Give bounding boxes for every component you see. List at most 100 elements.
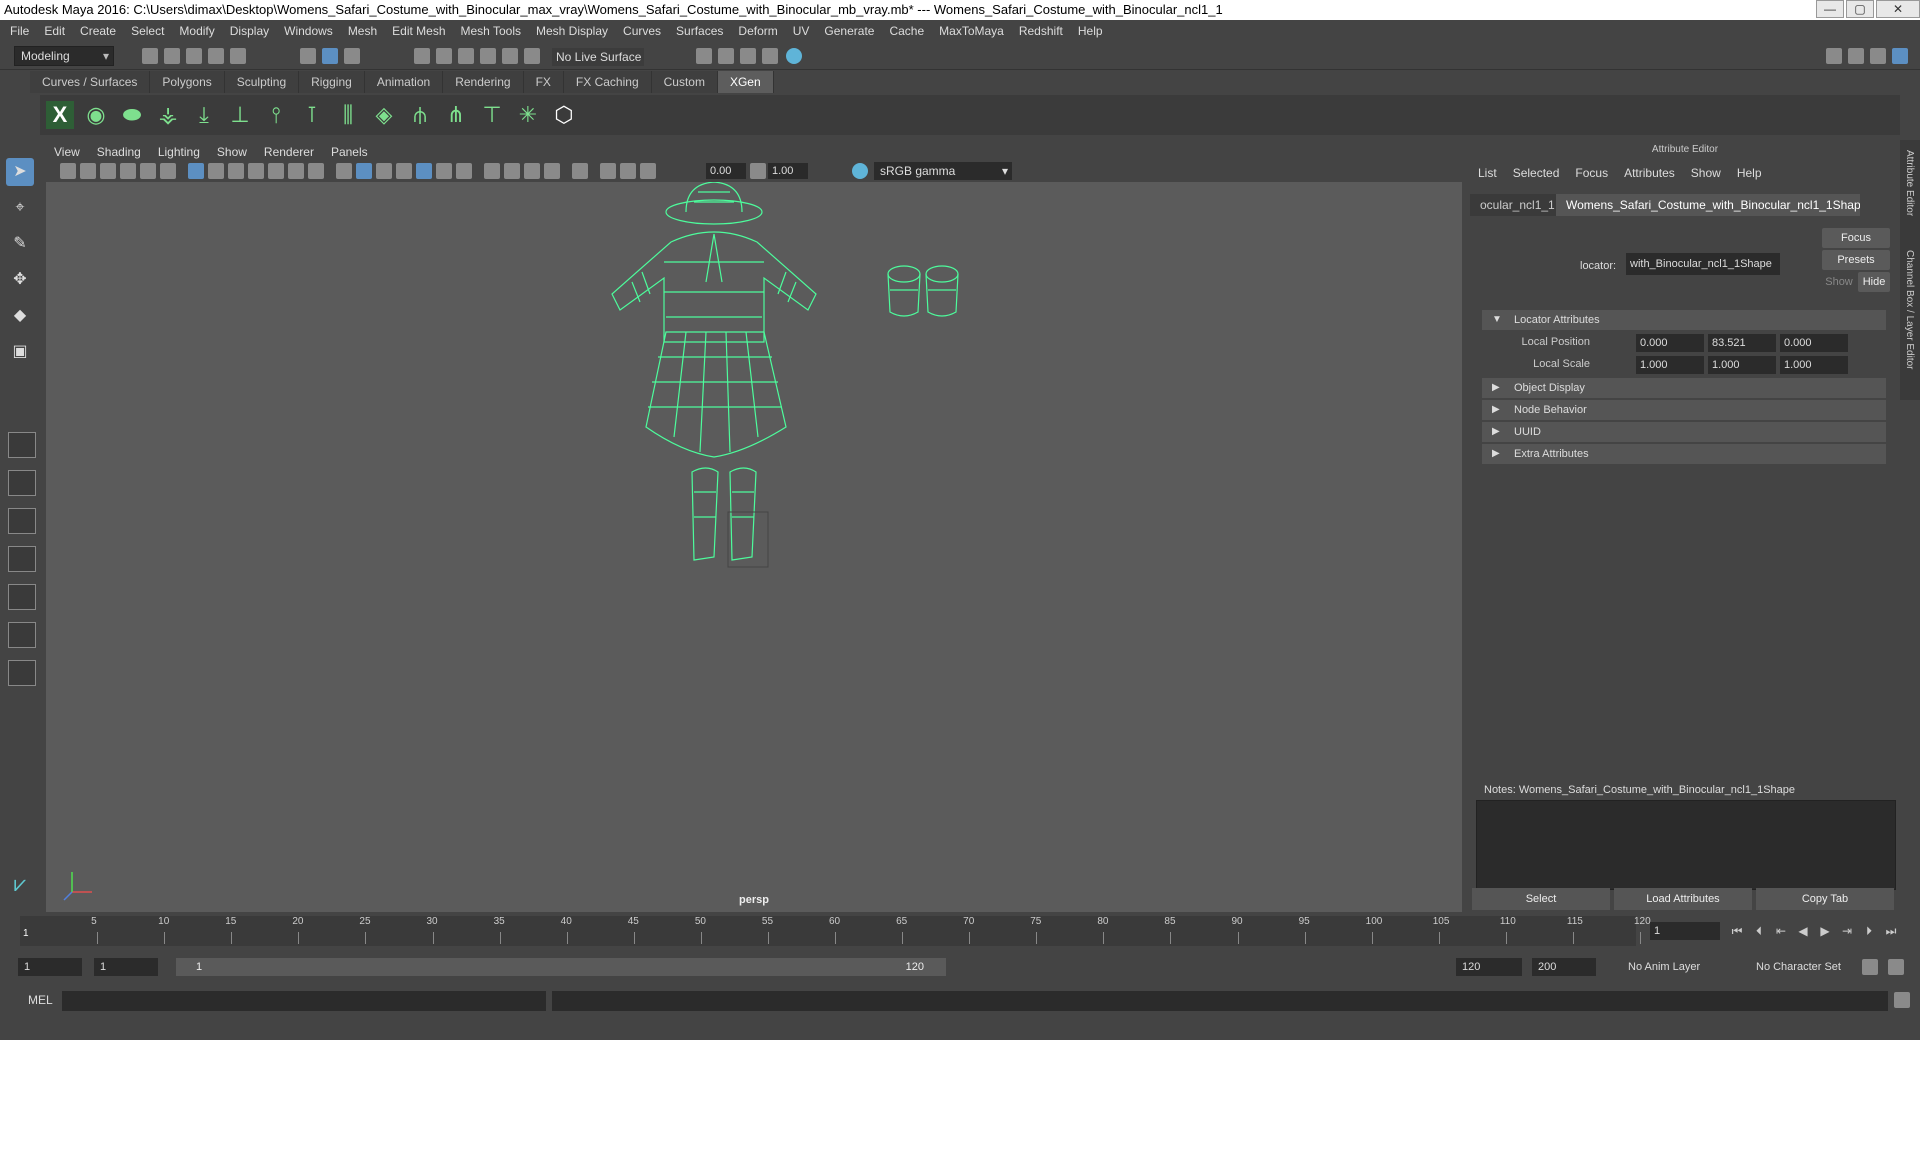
xgen-grass-icon[interactable]: ⋔ — [442, 101, 470, 129]
select-button[interactable]: Select — [1472, 888, 1610, 910]
animation-preferences-icon[interactable] — [1888, 959, 1904, 975]
menu-redshift[interactable]: Redshift — [1019, 24, 1063, 38]
ae-menu-attributes[interactable]: Attributes — [1624, 166, 1675, 180]
menu-help[interactable]: Help — [1078, 24, 1103, 38]
scale-tool-icon[interactable]: ▣ — [6, 338, 34, 366]
render-view-icon[interactable] — [696, 48, 712, 64]
go-to-start-icon[interactable]: ⏮ — [1728, 922, 1746, 940]
menu-create[interactable]: Create — [80, 24, 116, 38]
snap-grid-icon[interactable] — [414, 48, 430, 64]
grid-icon[interactable] — [188, 163, 204, 179]
xgen-bend-guide-icon[interactable]: ⫯ — [262, 101, 290, 129]
save-scene-icon[interactable] — [186, 48, 202, 64]
load-attributes-button[interactable]: Load Attributes — [1614, 888, 1752, 910]
side-by-side-layout-icon[interactable] — [8, 508, 36, 534]
maximize-button[interactable]: ▢ — [1846, 0, 1874, 18]
shelf-tab-rigging[interactable]: Rigging — [299, 71, 365, 93]
playback-end-field[interactable]: 120 — [1456, 958, 1522, 976]
menu-mesh-tools[interactable]: Mesh Tools — [461, 24, 521, 38]
ae-tab-transform[interactable]: ocular_ncl1_1 — [1470, 194, 1556, 216]
ae-menu-focus[interactable]: Focus — [1575, 166, 1608, 180]
render-settings-icon[interactable] — [762, 48, 778, 64]
xgen-collection-icon[interactable]: ⬬ — [118, 101, 146, 129]
anim-layer-dropdown[interactable]: No Anim Layer — [1622, 958, 1742, 976]
step-back-frame-icon[interactable]: ⏴ — [1750, 922, 1768, 940]
minimize-button[interactable]: — — [1816, 0, 1844, 18]
play-backwards-icon[interactable]: ◀ — [1794, 922, 1812, 940]
xgen-spray-icon[interactable]: ✳ — [514, 101, 542, 129]
xgen-sculpt-guide-icon[interactable]: ⤓ — [190, 101, 218, 129]
shelf-tab-curves-surfaces[interactable]: Curves / Surfaces — [30, 71, 151, 93]
2d-pan-zoom-icon[interactable] — [140, 163, 156, 179]
xgen-lock-guide-icon[interactable]: ⊺ — [298, 101, 326, 129]
menu-modify[interactable]: Modify — [179, 24, 214, 38]
ambient-occlusion-icon[interactable] — [484, 163, 500, 179]
ae-menu-help[interactable]: Help — [1737, 166, 1762, 180]
gamma-field[interactable]: 1.00 — [768, 163, 808, 179]
menu-display[interactable]: Display — [230, 24, 269, 38]
section-node-behavior[interactable]: ▶ Node Behavior — [1482, 400, 1886, 420]
camera-select-icon[interactable] — [60, 163, 76, 179]
color-space-dropdown[interactable]: sRGB gamma — [874, 162, 1012, 180]
menu-generate[interactable]: Generate — [824, 24, 874, 38]
safe-action-icon[interactable] — [288, 163, 304, 179]
persp-outliner-layout-icon[interactable] — [8, 546, 36, 572]
step-forward-frame-icon[interactable]: ⏵ — [1860, 922, 1878, 940]
persp-graph-layout-icon[interactable] — [8, 584, 36, 610]
color-management-icon[interactable] — [852, 163, 868, 179]
script-editor-icon[interactable] — [1894, 992, 1910, 1008]
script-language-label[interactable]: MEL — [28, 991, 53, 1009]
locator-name-field[interactable]: with_Binocular_ncl1_1Shape — [1626, 253, 1780, 275]
exposure-field[interactable]: 0.00 — [706, 163, 746, 179]
copy-tab-button[interactable]: Copy Tab — [1756, 888, 1894, 910]
select-component-icon[interactable] — [344, 48, 360, 64]
xgen-layers-icon[interactable]: ◈ — [370, 101, 398, 129]
new-scene-icon[interactable] — [142, 48, 158, 64]
menu-cache[interactable]: Cache — [889, 24, 924, 38]
section-extra-attributes[interactable]: ▶ Extra Attributes — [1482, 444, 1886, 464]
menu-surfaces[interactable]: Surfaces — [676, 24, 723, 38]
section-object-display[interactable]: ▶ Object Display — [1482, 378, 1886, 398]
workspace-icon[interactable] — [1826, 48, 1842, 64]
use-all-lights-icon[interactable] — [436, 163, 452, 179]
snap-point-icon[interactable] — [458, 48, 474, 64]
snap-surface-icon[interactable] — [502, 48, 518, 64]
viewport-menu-renderer[interactable]: Renderer — [264, 145, 314, 159]
step-forward-key-icon[interactable]: ⇥ — [1838, 922, 1856, 940]
local-position-y[interactable]: 83.521 — [1708, 334, 1776, 352]
camera-attributes-icon[interactable] — [80, 163, 96, 179]
playback-start-field[interactable]: 1 — [94, 958, 158, 976]
four-view-layout-icon[interactable] — [8, 470, 36, 496]
mode-selector[interactable]: Modeling — [14, 46, 114, 66]
smooth-shade-icon[interactable] — [356, 163, 372, 179]
current-frame-field[interactable]: 1 — [1650, 922, 1720, 940]
xray-components-icon[interactable] — [620, 163, 636, 179]
redo-icon[interactable] — [230, 48, 246, 64]
time-slider[interactable]: 1 5 10 15 20 25 30 35 40 45 50 55 60 65 70 75 80 85 90 95 1… — [20, 916, 1651, 946]
exposure-icon[interactable] — [640, 163, 656, 179]
snap-vertex-icon[interactable] — [524, 48, 540, 64]
single-view-layout-icon[interactable] — [8, 432, 36, 458]
menu-mesh-display[interactable]: Mesh Display — [536, 24, 608, 38]
character-set-dropdown[interactable]: No Character Set — [1750, 958, 1870, 976]
local-scale-x[interactable]: 1.000 — [1636, 356, 1704, 374]
auto-key-icon[interactable] — [1862, 959, 1878, 975]
live-surface-field[interactable]: No Live Surface — [552, 48, 644, 66]
ae-menu-show[interactable]: Show — [1691, 166, 1721, 180]
side-tab-attribute-editor[interactable]: Attribute Editor — [1904, 150, 1915, 216]
channel-box-toggle-icon[interactable] — [1870, 48, 1886, 64]
ae-menu-list[interactable]: List — [1478, 166, 1497, 180]
command-input[interactable] — [62, 991, 546, 1011]
render-frame-icon[interactable] — [718, 48, 734, 64]
shelf-tab-xgen[interactable]: XGen — [717, 71, 774, 93]
outliner-toggle-icon[interactable] — [1848, 48, 1864, 64]
xgen-place-guide-icon[interactable]: ⚶ — [154, 101, 182, 129]
menu-mesh[interactable]: Mesh — [348, 24, 377, 38]
snap-view-icon[interactable] — [480, 48, 496, 64]
presets-button[interactable]: Presets — [1822, 250, 1890, 270]
hide-button[interactable]: Hide — [1858, 272, 1890, 292]
shelf-tab-rendering[interactable]: Rendering — [443, 71, 524, 93]
select-hierarchy-icon[interactable] — [300, 48, 316, 64]
bookmark-icon[interactable] — [100, 163, 116, 179]
undo-icon[interactable] — [208, 48, 224, 64]
